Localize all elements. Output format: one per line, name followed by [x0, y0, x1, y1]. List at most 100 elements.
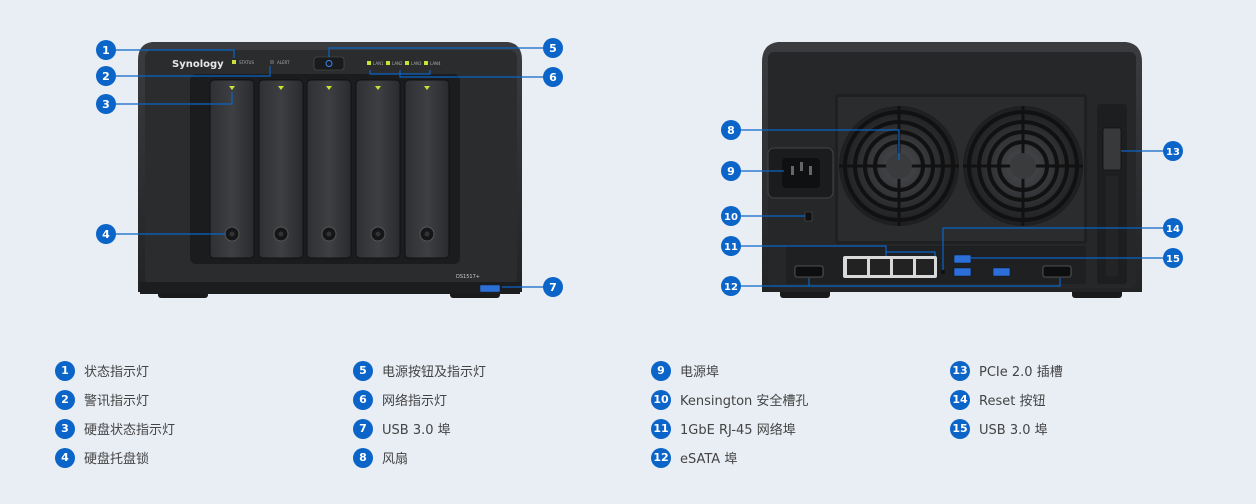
callout-badge: 15 [1163, 248, 1183, 268]
esata-port[interactable] [794, 265, 824, 278]
lan2-led [386, 61, 390, 65]
lan4-led [424, 61, 428, 65]
legend-column: 13 PCIe 2.0 插槽 14 Reset 按钮 15 USB 3.0 埠 [950, 356, 1063, 443]
power-inlet[interactable] [767, 147, 834, 199]
svg-text:5: 5 [549, 42, 557, 55]
brand-logo: Synology [172, 59, 224, 70]
legend-item: 3 硬盘状态指示灯 [55, 414, 175, 443]
lan1-led [367, 61, 371, 65]
legend-item: 5 电源按钮及指示灯 [353, 356, 486, 385]
legend-label: 硬盘托盘锁 [84, 452, 150, 467]
callout-badge: 9 [721, 161, 741, 181]
status-label: STATUS [239, 60, 254, 65]
legend-label: 风扇 [382, 452, 409, 467]
legend-item: 14 Reset 按钮 [950, 385, 1063, 414]
lan4-label: LAN4 [430, 61, 441, 66]
fan-icon [963, 106, 1083, 226]
power-button[interactable] [313, 56, 345, 71]
svg-text:12: 12 [724, 282, 738, 293]
legend-number: 15 [950, 418, 970, 439]
legend-label: 警讯指示灯 [84, 394, 150, 409]
legend-number: 5 [353, 360, 373, 381]
alert-label: ALERT [277, 60, 290, 65]
legend-item: 12 eSATA 埠 [651, 443, 808, 472]
callout-badge: 10 [721, 206, 741, 226]
legend-item: 11 1GbE RJ-45 网络埠 [651, 414, 808, 443]
legend-number: 8 [353, 447, 373, 468]
svg-text:1: 1 [102, 44, 110, 57]
callout-badge: 11 [721, 236, 741, 256]
model-label: DS1517+ [456, 274, 480, 280]
svg-text:14: 14 [1166, 224, 1180, 235]
legend-item: 8 风扇 [353, 443, 486, 472]
rear-usb-port[interactable] [953, 254, 972, 264]
callout-badge: 5 [543, 38, 563, 58]
svg-text:7: 7 [549, 281, 557, 294]
device-rear [762, 42, 1142, 298]
svg-text:11: 11 [724, 242, 738, 253]
legend-number: 2 [55, 389, 75, 410]
alert-led [270, 60, 274, 64]
drive-tray[interactable] [355, 79, 401, 259]
legend-item: 13 PCIe 2.0 插槽 [950, 356, 1063, 385]
svg-text:2: 2 [102, 70, 110, 83]
legend-number: 13 [950, 360, 970, 381]
reset-button[interactable] [941, 270, 945, 274]
svg-text:10: 10 [724, 212, 738, 223]
legend: 1 状态指示灯 2 警讯指示灯 3 硬盘状态指示灯 4 硬盘托盘锁 5 电源按钮及指示灯 … [0, 356, 1256, 486]
rj45-ports[interactable] [843, 256, 937, 278]
callout-badge: 8 [721, 120, 741, 140]
legend-label: 1GbE RJ-45 网络埠 [680, 423, 796, 438]
svg-text:4: 4 [102, 228, 110, 241]
legend-label: 状态指示灯 [84, 365, 150, 380]
status-led [232, 60, 236, 64]
callout-badge: 4 [96, 224, 116, 244]
legend-number: 6 [353, 389, 373, 410]
callout-badge: 7 [543, 277, 563, 297]
callout-badge: 12 [721, 276, 741, 296]
legend-item: 2 警讯指示灯 [55, 385, 175, 414]
svg-text:15: 15 [1166, 254, 1180, 265]
legend-label: eSATA 埠 [680, 452, 738, 467]
legend-label: 网络指示灯 [382, 394, 448, 409]
callout-badge: 1 [96, 40, 116, 60]
legend-label: Reset 按钮 [979, 394, 1046, 409]
lan1-label: LAN1 [373, 61, 384, 66]
legend-label: 硬盘状态指示灯 [84, 423, 176, 438]
legend-item: 10 Kensington 安全槽孔 [651, 385, 808, 414]
esata-port[interactable] [1042, 265, 1072, 278]
legend-column: 9 电源埠 10 Kensington 安全槽孔 11 1GbE RJ-45 网络埠 … [651, 356, 808, 472]
lan3-label: LAN3 [411, 61, 422, 66]
drive-tray[interactable] [306, 79, 352, 259]
legend-number: 1 [55, 360, 75, 381]
legend-item: 6 网络指示灯 [353, 385, 486, 414]
legend-item: 4 硬盘托盘锁 [55, 443, 175, 472]
legend-number: 7 [353, 418, 373, 439]
rear-usb-port[interactable] [992, 267, 1011, 277]
drive-tray[interactable] [404, 79, 450, 259]
drive-tray[interactable] [258, 79, 304, 259]
legend-label: 电源埠 [680, 365, 720, 380]
drive-tray[interactable] [209, 79, 255, 259]
legend-item: 1 状态指示灯 [55, 356, 175, 385]
fan-icon [839, 106, 959, 226]
legend-column: 1 状态指示灯 2 警讯指示灯 3 硬盘状态指示灯 4 硬盘托盘锁 [55, 356, 175, 472]
legend-number: 12 [651, 447, 671, 468]
svg-text:13: 13 [1166, 147, 1180, 158]
legend-number: 4 [55, 447, 75, 468]
legend-column: 5 电源按钮及指示灯 6 网络指示灯 7 USB 3.0 埠 8 风扇 [353, 356, 486, 472]
front-usb-port[interactable] [479, 284, 501, 293]
rear-usb-port[interactable] [953, 267, 972, 277]
device-front: Synology STATUS ALERT LAN1 LAN2 LAN3 LAN… [138, 42, 522, 298]
legend-number: 3 [55, 418, 75, 439]
legend-number: 14 [950, 389, 970, 410]
legend-label: 电源按钮及指示灯 [382, 365, 487, 380]
svg-text:6: 6 [549, 71, 557, 84]
callout-badge: 2 [96, 66, 116, 86]
legend-label: PCIe 2.0 插槽 [979, 365, 1063, 380]
lan3-led [405, 61, 409, 65]
legend-item: 7 USB 3.0 埠 [353, 414, 486, 443]
kensington-slot[interactable] [804, 211, 813, 222]
pcie-slot[interactable] [1097, 104, 1127, 284]
callout-badge: 6 [543, 67, 563, 87]
